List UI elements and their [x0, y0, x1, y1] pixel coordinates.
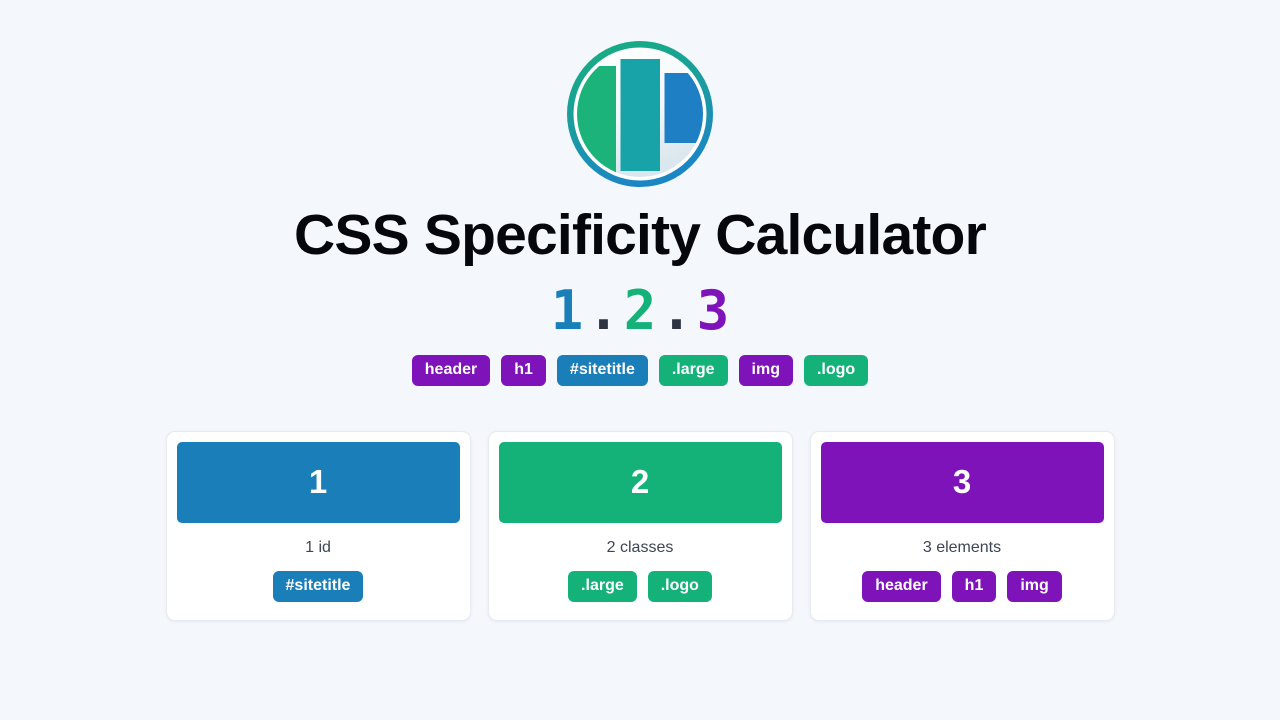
score-ids: 1	[550, 278, 584, 342]
page-title: CSS Specificity Calculator	[294, 203, 987, 267]
score-separator-2: .	[660, 278, 693, 342]
card-tag-sitetitle[interactable]: #sitetitle	[272, 570, 364, 602]
selector-tag-h1[interactable]: h1	[501, 354, 546, 386]
score-separator-1: .	[587, 278, 620, 342]
selector-tag-header[interactable]: header	[411, 354, 491, 386]
specificity-card-list: 1 1 id #sitetitle 2 2 classes .large .logo 3 3 e…	[165, 430, 1115, 621]
selector-tag-sitetitle[interactable]: #sitetitle	[556, 354, 648, 386]
card-tag-list-element: header h1 img	[862, 570, 1062, 602]
page-root: CSS Specificity Calculator 1 . 2 . 3 hea…	[0, 0, 1280, 720]
specificity-bars-logo-icon	[567, 41, 713, 187]
selector-tag-logo[interactable]: .logo	[803, 354, 869, 386]
card-label-class: 2 classes	[606, 538, 674, 556]
selector-tag-list: header h1 #sitetitle .large img .logo	[411, 354, 869, 386]
specificity-score: 1 . 2 . 3	[550, 278, 730, 342]
selector-tag-large[interactable]: .large	[658, 354, 728, 386]
app-logo	[564, 38, 716, 190]
card-tag-logo[interactable]: .logo	[647, 570, 712, 602]
specificity-card-id: 1 1 id #sitetitle	[165, 430, 471, 621]
specificity-card-class: 2 2 classes .large .logo	[487, 430, 793, 621]
card-tag-large[interactable]: .large	[568, 570, 637, 602]
score-elements: 3	[696, 278, 730, 342]
selector-tag-img[interactable]: img	[738, 354, 793, 386]
card-label-element: 3 elements	[922, 538, 1002, 556]
card-tag-h1[interactable]: h1	[951, 570, 997, 602]
score-classes: 2	[623, 278, 657, 342]
card-count-class: 2	[498, 441, 782, 523]
card-tag-list-id: #sitetitle	[272, 570, 364, 602]
card-count-element: 3	[820, 441, 1104, 523]
card-tag-list-class: .large .logo	[568, 570, 712, 602]
specificity-card-element: 3 3 elements header h1 img	[809, 430, 1115, 621]
card-tag-img[interactable]: img	[1007, 570, 1062, 602]
card-count-id: 1	[176, 441, 460, 523]
card-label-id: 1 id	[305, 538, 331, 556]
card-tag-header[interactable]: header	[862, 570, 941, 602]
